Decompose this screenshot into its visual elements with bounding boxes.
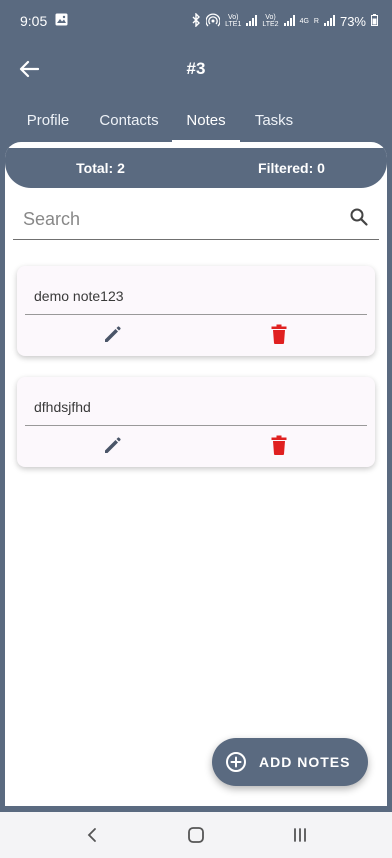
- signal-icon-3: [323, 14, 335, 29]
- app-bar: #3: [0, 42, 392, 96]
- note-card: dfhdsjfhd: [17, 377, 375, 467]
- search-bar: [13, 200, 379, 240]
- status-left: 9:05: [20, 13, 68, 29]
- total-count: Total: 2: [76, 160, 125, 176]
- note-text: demo note123: [34, 288, 124, 304]
- search-icon[interactable]: [349, 207, 369, 232]
- filtered-count: Filtered: 0: [258, 160, 325, 176]
- gallery-icon: [55, 13, 68, 29]
- delete-note-button[interactable]: [265, 431, 293, 459]
- lte1-label: Vo) LTE1: [225, 14, 242, 28]
- pencil-icon: [105, 437, 121, 453]
- tab-notes[interactable]: Notes: [172, 100, 240, 142]
- note-text: dfhdsjfhd: [34, 399, 91, 415]
- add-notes-label: ADD NOTES: [259, 754, 351, 770]
- tab-bar: Profile Contacts Notes Tasks: [0, 100, 392, 142]
- status-time: 9:05: [20, 13, 48, 29]
- search-input[interactable]: [23, 209, 323, 230]
- network-type-label: 4G: [299, 17, 309, 25]
- tab-contacts[interactable]: Contacts: [86, 100, 172, 142]
- delete-note-button[interactable]: [265, 320, 293, 348]
- status-bar: 9:05 Vo) LTE1 Vo) LTE2 4G R 73%: [0, 0, 392, 42]
- hotspot-icon: [205, 13, 221, 30]
- battery-percent: 73%: [339, 13, 366, 29]
- battery-icon: [371, 13, 378, 29]
- chevron-left-icon: [87, 828, 96, 842]
- edit-note-button[interactable]: [99, 320, 127, 348]
- back-button[interactable]: [14, 54, 44, 84]
- nav-home-button[interactable]: [181, 820, 211, 850]
- plus-circle-icon: [225, 751, 247, 773]
- card-divider: [25, 425, 367, 426]
- tab-profile[interactable]: Profile: [16, 100, 80, 142]
- home-square-icon: [188, 827, 204, 843]
- trash-icon: [271, 435, 287, 455]
- bluetooth-icon: [191, 11, 201, 30]
- status-right: Vo) LTE1 Vo) LTE2 4G R 73%: [191, 11, 378, 30]
- pencil-icon: [105, 326, 121, 342]
- recents-icon: [294, 828, 306, 842]
- nav-recents-button[interactable]: [285, 820, 315, 850]
- card-divider: [25, 314, 367, 315]
- edit-note-button[interactable]: [99, 431, 127, 459]
- signal-icon-1: [246, 14, 258, 29]
- nav-back-button[interactable]: [77, 820, 107, 850]
- roaming-label: R: [313, 17, 319, 25]
- lte2-label: Vo) LTE2: [262, 14, 279, 28]
- add-notes-button[interactable]: ADD NOTES: [212, 738, 368, 786]
- summary-bar: Total: 2 Filtered: 0: [5, 148, 387, 188]
- page-title: #3: [186, 59, 206, 78]
- system-nav-bar: [0, 812, 392, 858]
- tab-tasks[interactable]: Tasks: [240, 100, 308, 142]
- trash-icon: [271, 324, 287, 344]
- arrow-left-icon: [19, 60, 39, 78]
- note-card: demo note123: [17, 266, 375, 356]
- signal-icon-2: [283, 14, 295, 29]
- notes-panel: Total: 2 Filtered: 0 demo note123 dfhdsj…: [5, 142, 387, 806]
